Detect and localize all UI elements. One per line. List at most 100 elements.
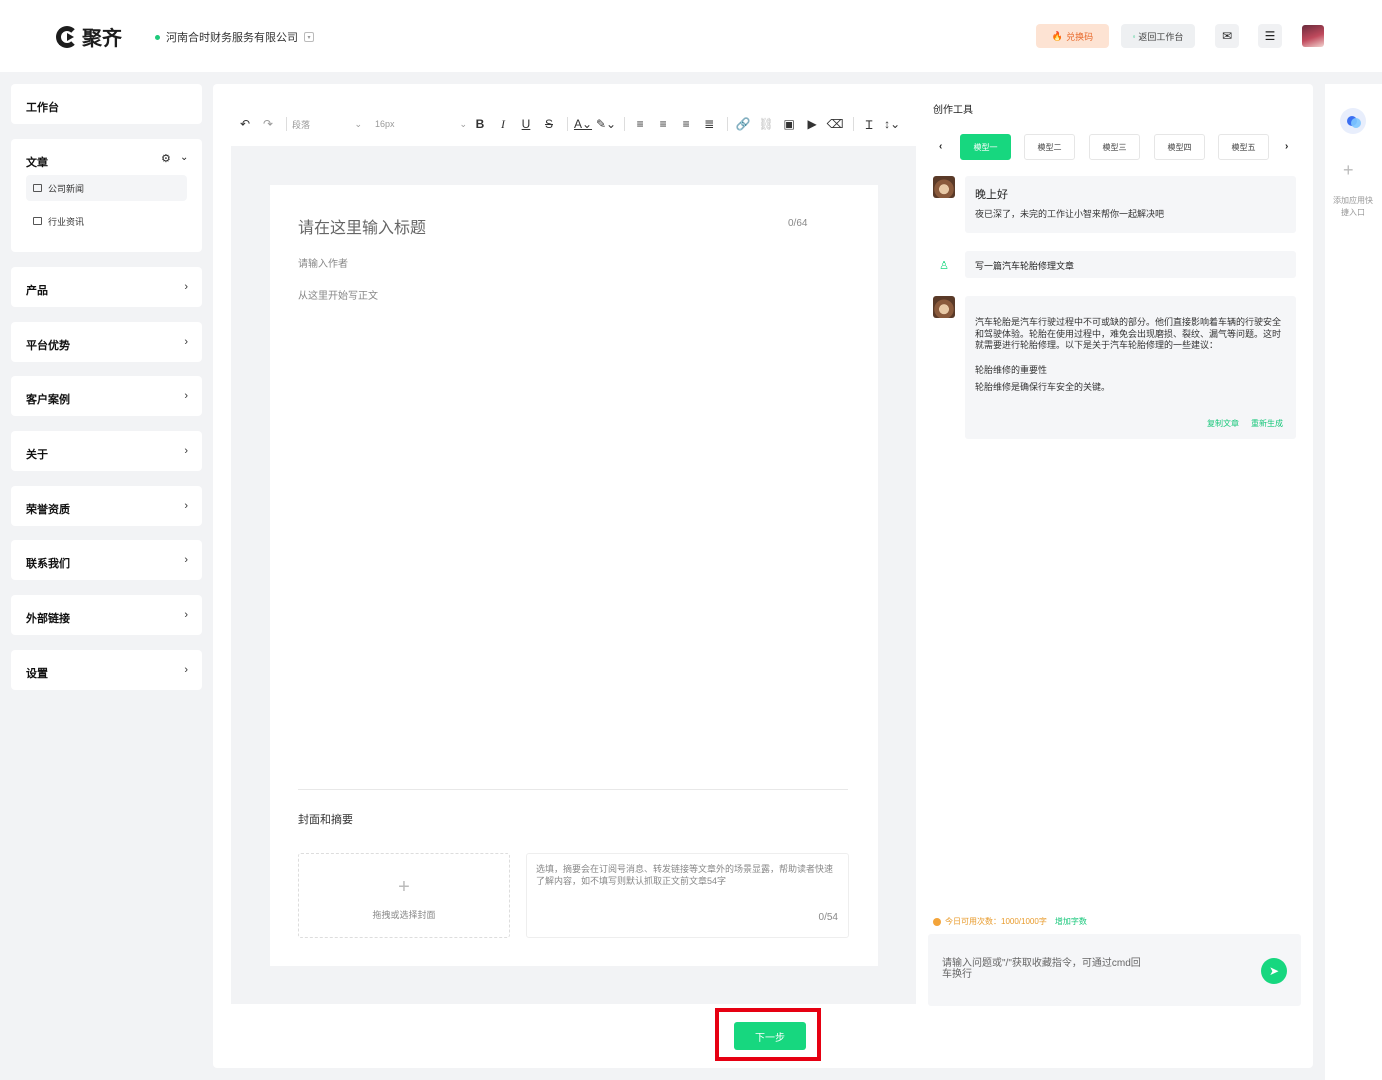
line-height-icon[interactable]: ↕⌄ [882, 114, 902, 134]
status-dot-icon [155, 34, 160, 40]
sidebar-item-label: 联系我们 [26, 558, 70, 570]
undo-icon[interactable]: ↶ [235, 114, 255, 134]
back-to-workbench-button[interactable]: ◦ 返回工作台 [1121, 24, 1195, 48]
user-avatar[interactable] [1302, 25, 1324, 47]
sidebar-item-label: 设置 [26, 668, 48, 680]
send-icon[interactable]: ➤ [1261, 958, 1287, 984]
sidebar-subitem-company-news[interactable]: 公司新闻 [26, 175, 187, 201]
title-char-count: 0/64 [788, 218, 808, 229]
company-selector[interactable]: 河南合时财务服务有限公司 ▾ [155, 29, 314, 45]
assistant-avatar [933, 296, 955, 318]
sidebar-item-settings[interactable]: 设置 › [11, 650, 202, 690]
add-app-icon[interactable]: + [1343, 160, 1354, 181]
cover-summary-heading: 封面和摘要 [298, 814, 353, 826]
sidebar-item-label: 产品 [26, 285, 48, 297]
paragraph-style-select[interactable]: 段落 ⌄ [292, 114, 362, 134]
greeting-title: 晚上好 [975, 189, 1008, 201]
sidebar-item-external-links[interactable]: 外部链接 › [11, 595, 202, 635]
toolbar-divider [567, 117, 568, 131]
sidebar-item-about[interactable]: 关于 › [11, 431, 202, 471]
answer-content: 汽车轮胎是汽车行驶过程中不可或缺的部分。他们直接影响着车辆的行驶安全和驾驶体验。… [975, 317, 1283, 394]
answer-line: 轮胎维修是确保行车安全的关键。 [975, 382, 1111, 392]
font-size-value: 16px [375, 119, 395, 129]
font-color-icon[interactable]: A⌄ [573, 114, 593, 134]
body-input[interactable]: 从这里开始写正文 [298, 287, 378, 302]
quota-text: 今日可用次数：1000/1000字 [945, 917, 1047, 926]
align-justify-icon[interactable]: ≣ [699, 114, 719, 134]
news-icon [33, 184, 42, 192]
copy-article-link[interactable]: 复制文章 [1207, 418, 1239, 429]
toolbar-divider [727, 117, 729, 131]
add-app-label: 添加应用快捷入口 [1333, 196, 1373, 217]
sidebar-item-product[interactable]: 产品 › [11, 267, 202, 307]
redeem-button[interactable]: 🔥 兑换码 [1036, 24, 1109, 48]
unlink-icon[interactable]: ⛓ [756, 114, 776, 134]
sidebar-item-contact[interactable]: 联系我们 › [11, 540, 202, 580]
menu-icon[interactable]: ☰ [1258, 24, 1282, 48]
logo[interactable]: 聚齐 [56, 22, 122, 51]
gear-icon[interactable]: ⚙ [161, 152, 171, 165]
image-icon[interactable]: ▣ [779, 114, 799, 134]
tabs-prev-icon[interactable]: ‹ [939, 141, 942, 152]
chevron-right-icon: › [184, 664, 188, 676]
document-icon [33, 217, 42, 225]
eraser-icon[interactable]: ⌫ [825, 114, 845, 134]
link-icon[interactable]: 🔗 [733, 114, 753, 134]
chevron-down-icon[interactable]: ⌄ [180, 152, 188, 163]
sidebar-item-cases[interactable]: 客户案例 › [11, 376, 202, 416]
info-icon [933, 917, 941, 926]
summary-char-count: 0/54 [818, 912, 838, 923]
align-left-icon[interactable]: ≡ [630, 114, 650, 134]
tab-model-4[interactable]: 模型四 [1154, 134, 1205, 160]
title-input[interactable]: 请在这里输入标题 [298, 214, 426, 238]
tab-model-3[interactable]: 模型三 [1089, 134, 1140, 160]
sidebar-item-workbench[interactable]: 工作台 [11, 84, 202, 124]
tabs-next-icon[interactable]: › [1285, 141, 1288, 152]
sidebar-item-honors[interactable]: 荣誉资质 › [11, 486, 202, 526]
editor-toolbar: ↶ ↷ 段落 ⌄ 16px ⌄ B I U S A⌄ ✎⌄ ≡ ≡ ≡ ≣ 🔗 … [235, 112, 905, 136]
right-rail: + 添加应用快捷入口 [1325, 84, 1382, 1080]
redo-icon[interactable]: ↷ [258, 114, 278, 134]
back-button-label: 返回工作台 [1138, 31, 1184, 42]
chevron-right-icon: › [184, 500, 188, 512]
sidebar-item-label: 外部链接 [26, 613, 70, 625]
tab-model-2[interactable]: 模型二 [1024, 134, 1075, 160]
bold-icon[interactable]: B [470, 114, 490, 134]
regenerate-link[interactable]: 重新生成 [1251, 418, 1283, 429]
plus-icon: + [398, 876, 410, 898]
editor-paper[interactable] [270, 185, 878, 966]
font-size-select[interactable]: 16px ⌄ [375, 114, 467, 134]
author-input[interactable]: 请输入作者 [298, 255, 348, 270]
mail-icon[interactable]: ✉ [1215, 24, 1239, 48]
sidebar-subitem-label: 公司新闻 [48, 183, 85, 194]
underline-icon[interactable]: U [516, 114, 536, 134]
cover-upload-dropzone[interactable]: + 拖拽或选择封面 [298, 853, 510, 938]
user-message-text: 写一篇汽车轮胎修理文章 [975, 261, 1075, 271]
tab-model-5[interactable]: 模型五 [1218, 134, 1269, 160]
assistant-avatar [933, 176, 955, 198]
italic-icon[interactable]: I [493, 114, 513, 134]
greeting-subtitle: 夜已深了，未完的工作让小智来帮你一起解决吧 [975, 209, 1165, 219]
assistant-app-icon[interactable] [1340, 108, 1366, 134]
sidebar-subitem-industry-news[interactable]: 行业资讯 [26, 208, 187, 234]
toolbar-divider [853, 117, 855, 131]
chat-input[interactable]: 请输入问题或"/"获取收藏指令，可通过cmd回车换行 ➤ [928, 934, 1301, 1006]
video-icon[interactable]: ▶ [802, 114, 822, 134]
chevron-right-icon: › [184, 390, 188, 402]
sidebar-group-label: 文章 [26, 157, 48, 169]
add-quota-link[interactable]: 增加字数 [1055, 916, 1087, 927]
sidebar-item-label: 平台优势 [26, 340, 70, 352]
align-center-icon[interactable]: ≡ [653, 114, 673, 134]
align-right-icon[interactable]: ≡ [676, 114, 696, 134]
clear-format-icon[interactable]: Ɪ [859, 114, 879, 134]
paragraph-style-value: 段落 [292, 119, 311, 130]
summary-textarea[interactable]: 选填，摘要会在订阅号消息、转发链接等文章外的场景显露，帮助读者快速了解内容，如不… [526, 853, 849, 938]
highlight-color-icon[interactable]: ✎⌄ [596, 114, 616, 134]
tab-model-1[interactable]: 模型一 [960, 134, 1011, 160]
sidebar-item-label: 荣誉资质 [26, 504, 70, 516]
chat-input-placeholder: 请输入问题或"/"获取收藏指令，可通过cmd回车换行 [942, 958, 1141, 980]
strikethrough-icon[interactable]: S [539, 114, 559, 134]
sidebar-item-platform-advantage[interactable]: 平台优势 › [11, 322, 202, 362]
toolbar-divider [624, 117, 626, 131]
company-dropdown-icon[interactable]: ▾ [304, 32, 314, 42]
